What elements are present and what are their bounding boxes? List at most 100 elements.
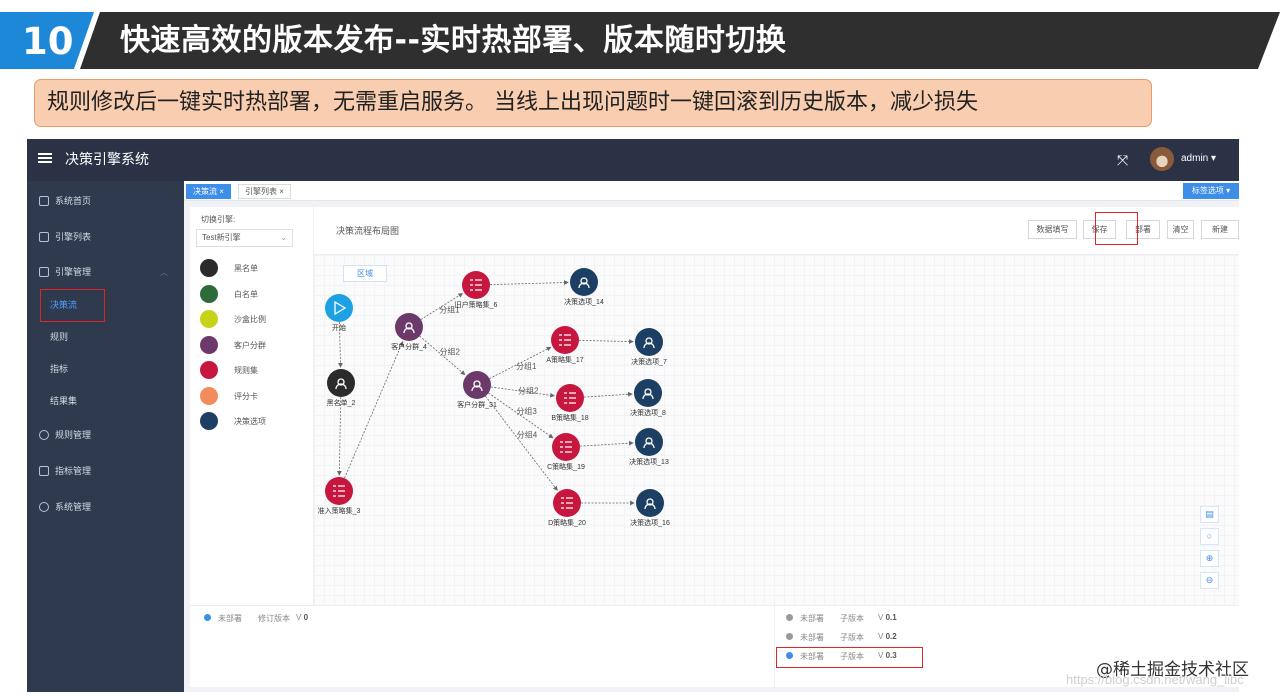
status-dot [204, 614, 211, 621]
flow-node-ruleset[interactable]: 旧户策略集_6 [455, 271, 498, 309]
sidebar-item-system-manage[interactable]: 系统管理 [27, 495, 184, 519]
hamburger-icon[interactable] [38, 151, 52, 167]
flow-node-ruleset[interactable]: B策略集_18 [551, 384, 589, 422]
search-icon[interactable]: ○ [1200, 528, 1219, 545]
status-dot [786, 633, 793, 640]
avatar[interactable] [1150, 147, 1174, 171]
node-palette: 切换引擎: Test新引擎 ⌄ 黑名单 白名单 沙盒比例 客户分群 规则集 评分卡 决策选项 [190, 207, 314, 605]
flow-edge [489, 280, 569, 286]
sub-version[interactable]: 未部署 子版本 V 0.1 [786, 613, 986, 625]
palette-item[interactable]: 客户分群 [200, 335, 310, 354]
flow-edge [583, 391, 633, 398]
globe-icon [39, 430, 49, 440]
flow-node-label: 准入策略集_3 [318, 506, 361, 515]
palette-item[interactable]: 规则集 [200, 361, 310, 379]
tab-decision-flow[interactable]: 决策流 × [186, 184, 231, 199]
sidebar-item-engine-manage[interactable]: 引擎管理 ︿ [27, 260, 184, 284]
sidebar-subitem-rule[interactable]: 规则 [27, 325, 184, 349]
flow-node-blacklist[interactable]: 黑名单_2 [327, 369, 356, 407]
flow-node-ruleset[interactable]: A策略集_17 [546, 326, 584, 364]
canvas-title: 决策流程布局图 [336, 226, 400, 236]
gear-icon [39, 502, 49, 512]
sidebar-item-engine-list[interactable]: 引擎列表 [27, 225, 184, 249]
sub-version[interactable]: 未部署 子版本 V 0.2 [786, 632, 986, 644]
close-icon[interactable]: × [219, 187, 224, 196]
flow-edge [578, 339, 634, 344]
flow-node-label: 决策选项_7 [631, 357, 667, 366]
sidebar-subitem-indicator[interactable]: 指标 [27, 357, 184, 381]
edge-label: 分组3 [516, 406, 537, 416]
sidebar-item-label: 引擎列表 [55, 232, 92, 242]
highlight-decision-flow [40, 289, 105, 322]
flow-node-ruleset[interactable]: C策略集_19 [547, 433, 585, 471]
flow-node-label: B策略集_18 [551, 413, 588, 422]
version-kind: 子版本 [840, 633, 864, 642]
clear-button[interactable]: 清空 [1167, 220, 1194, 239]
sidebar-item-home[interactable]: 系统首页 [27, 189, 184, 213]
engine-select[interactable]: Test新引擎 ⌄ [196, 229, 293, 247]
palette-item[interactable]: 评分卡 [200, 386, 310, 405]
tab-options-button[interactable]: 标签选项 ▾ [1183, 183, 1239, 199]
sidebar-item-label: 指标管理 [55, 466, 92, 476]
palette-item-label: 评分卡 [234, 391, 258, 401]
edge-label: 分组2 [440, 346, 461, 356]
flow-node-ruleset[interactable]: D策略集_20 [548, 489, 586, 527]
edge-label: 分组1 [516, 361, 537, 371]
palette-item-label: 客户分群 [234, 340, 266, 350]
palette-item-label: 沙盒比例 [234, 315, 266, 324]
slide-header: 10 快速高效的版本发布--实时热部署、版本随时切换 [0, 12, 1280, 69]
flow-edge [344, 340, 404, 479]
zoom-out-icon[interactable]: ⊖ [1200, 572, 1219, 589]
flow-node-decision[interactable]: 决策选项_7 [631, 328, 667, 366]
flow-node-segment[interactable]: 客户分群_31 [457, 371, 497, 409]
flow-node-label: 开始 [332, 323, 346, 332]
palette-node-icon [200, 361, 218, 379]
main-version[interactable]: 未部署 修订版本 V 0 [204, 613, 404, 625]
sidebar-item-indicator-manage[interactable]: 指标管理 [27, 459, 184, 483]
sidebar-item-rule-manage[interactable]: 规则管理 [27, 423, 184, 447]
user-menu[interactable]: admin ▾ [1181, 153, 1216, 164]
flow-node-start[interactable]: 开始 [325, 294, 353, 332]
grid-icon [39, 267, 49, 277]
flow-node-label: 客户分群_4 [391, 342, 427, 351]
version-status: 未部署 [800, 633, 824, 642]
tab-label: 引擎列表 [245, 187, 277, 196]
sidebar-subitem-result-set[interactable]: 结果集 [27, 389, 184, 413]
palette-item-label: 决策选项 [234, 417, 266, 426]
palette-item[interactable]: 沙盒比例 [200, 310, 310, 328]
version-divider [774, 606, 775, 688]
main-content: 切换引擎: Test新引擎 ⌄ 黑名单 白名单 沙盒比例 客户分群 规则集 评分卡 决策选项 … [190, 207, 1239, 688]
flow-diagram: 分组1分组2分组1分组2分组3分组4开始黑名单_2准入策略集_3客户分群_4旧户… [318, 268, 670, 527]
zoom-in-icon[interactable]: ⊕ [1200, 550, 1219, 567]
flow-node-label: 客户分群_31 [457, 400, 497, 409]
tab-engine-list[interactable]: 引擎列表 × [238, 184, 291, 199]
version-number: V 0.1 [878, 613, 897, 622]
edge-label: 分组2 [518, 385, 539, 395]
palette-item[interactable]: 决策选项 [200, 412, 310, 430]
flow-node-decision[interactable]: 决策选项_14 [564, 268, 604, 306]
fullscreen-icon[interactable]: ⤧ [1117, 152, 1128, 169]
status-dot [786, 614, 793, 621]
highlight-sub-version [776, 647, 923, 668]
flow-node-ruleset[interactable]: 准入策略集_3 [318, 477, 361, 515]
flow-node-label: 黑名单_2 [327, 398, 356, 407]
list-icon [39, 232, 49, 242]
close-icon[interactable]: × [279, 187, 284, 196]
engine-select-value: Test新引擎 [202, 233, 241, 242]
tab-label: 决策流 [193, 187, 217, 196]
flow-edge [336, 396, 342, 476]
palette-node-icon [200, 386, 218, 405]
watermark-url: https://blog.csdn.net/wang_libc [1066, 672, 1244, 687]
version-number: V 0 [296, 613, 309, 622]
highlight-deploy-button [1095, 212, 1138, 245]
palette-item[interactable]: 白名单 [200, 284, 310, 303]
fill-data-button[interactable]: 数据填写 [1028, 220, 1077, 239]
new-button[interactable]: 新建 [1201, 220, 1239, 239]
palette-item[interactable]: 黑名单 [200, 259, 310, 277]
slide-title: 快速高效的版本发布--实时热部署、版本随时切换 [120, 23, 787, 58]
flow-node-decision[interactable]: 决策选项_16 [630, 489, 670, 527]
version-status: 未部署 [218, 614, 242, 623]
page-icon[interactable]: ▤ [1200, 506, 1219, 523]
flow-node-decision[interactable]: 决策选项_13 [629, 428, 669, 466]
flow-node-decision[interactable]: 决策选项_8 [630, 379, 666, 417]
